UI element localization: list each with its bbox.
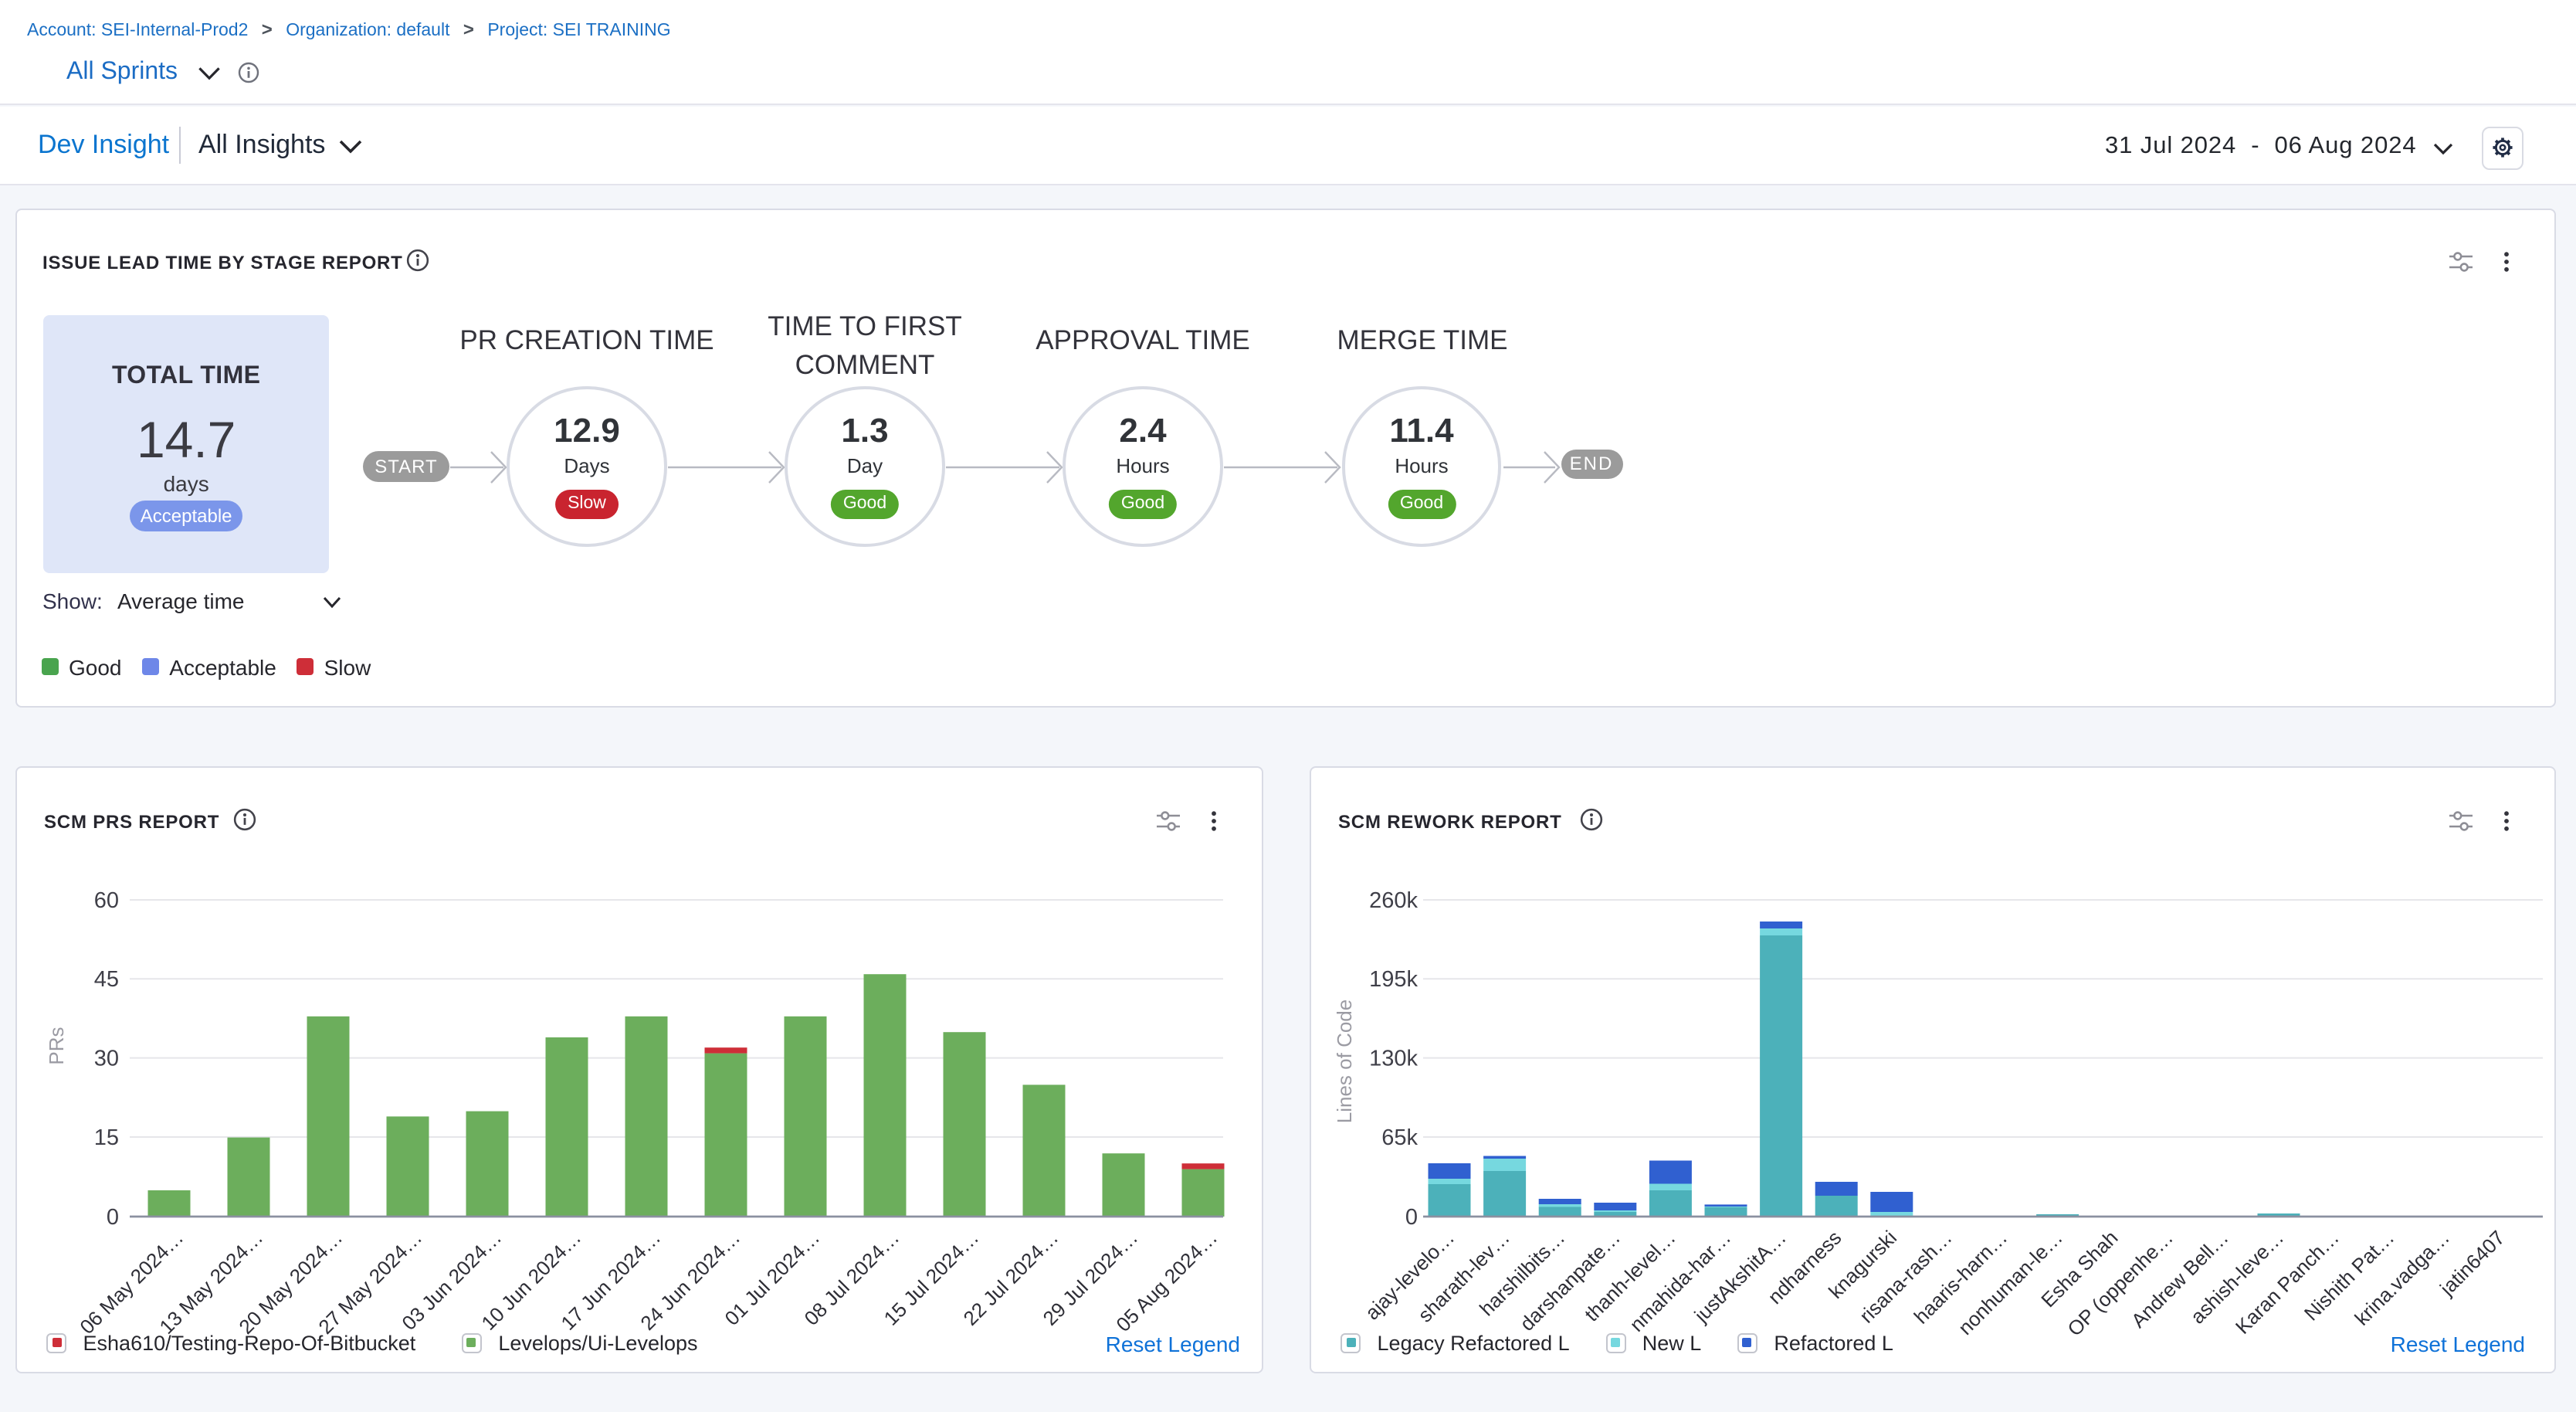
svg-text:Andrew Bell…: Andrew Bell… [2126,1225,2232,1332]
svg-text:260k: 260k [1368,888,1417,912]
svg-text:PRs: PRs [44,1026,67,1064]
svg-text:30: 30 [93,1046,118,1071]
svg-text:0: 0 [1405,1204,1417,1229]
svg-text:130k: 130k [1368,1046,1417,1071]
svg-text:65k: 65k [1381,1125,1417,1149]
svg-text:Lines of Code: Lines of Code [1332,999,1355,1122]
svg-text:195k: 195k [1368,966,1417,991]
svg-text:15: 15 [93,1125,118,1149]
svg-text:0: 0 [106,1204,118,1229]
svg-text:45: 45 [93,966,118,991]
svg-text:60: 60 [93,888,118,912]
